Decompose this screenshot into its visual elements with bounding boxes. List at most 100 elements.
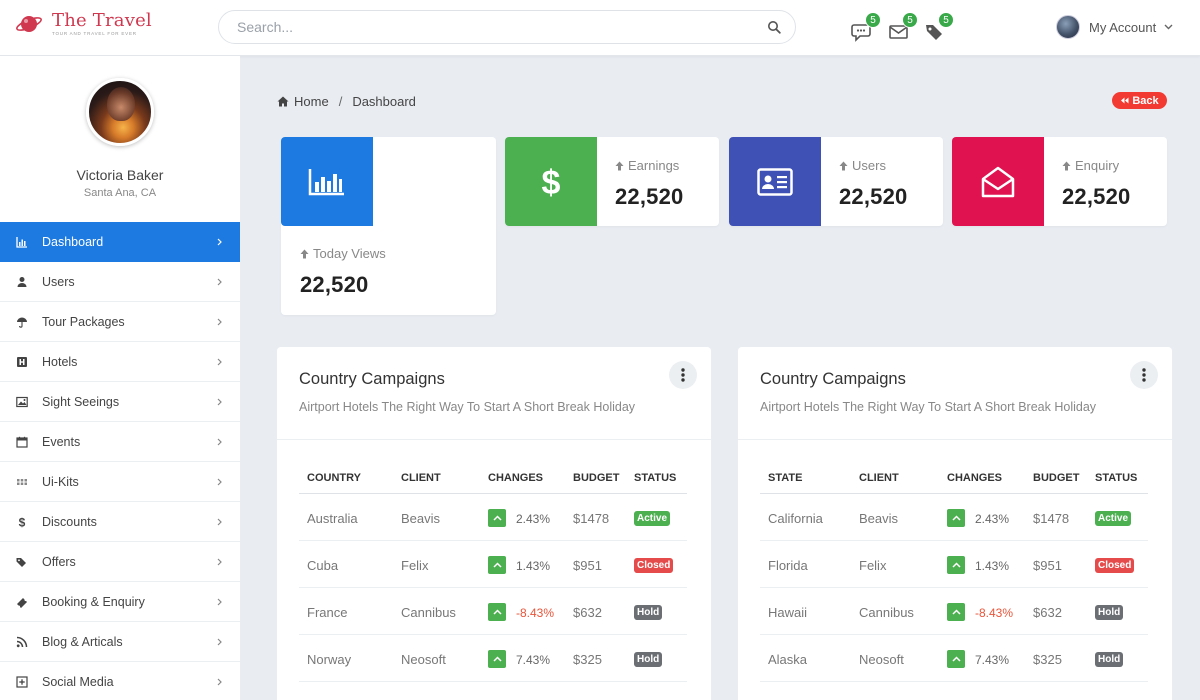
dollar-icon: $ xyxy=(19,516,26,528)
cell-client: Felix xyxy=(401,558,429,573)
cell-budget: $951 xyxy=(573,558,602,573)
stat-card-today-views: Today Views 22,520 xyxy=(281,137,496,315)
table-row[interactable]: Norway Neosoft 7.43% $325 Hold xyxy=(299,635,687,682)
chevron-right-icon xyxy=(217,598,222,606)
card-title: Country Campaigns xyxy=(760,370,906,388)
trend-up-icon xyxy=(947,509,965,527)
cell-budget: $951 xyxy=(1033,558,1062,573)
more-options-button[interactable] xyxy=(669,361,697,389)
cell-budget: $632 xyxy=(573,605,602,620)
trend-up-icon xyxy=(947,556,965,574)
home-icon xyxy=(277,96,289,106)
stat-value: 22,520 xyxy=(1062,184,1131,209)
arrow-up-icon xyxy=(1062,161,1071,170)
table-row[interactable]: Hawaii Cannibus -8.43% $632 Hold xyxy=(760,588,1148,635)
breadcrumb-home-link[interactable]: Home xyxy=(294,94,329,109)
chat-icon[interactable]: 5 xyxy=(851,12,881,42)
stat-label-text: Earnings xyxy=(628,158,680,173)
search-icon[interactable] xyxy=(767,20,781,34)
campaign-card: Country Campaigns Airtport Hotels The Ri… xyxy=(738,347,1172,700)
column-header: STATE xyxy=(768,472,803,484)
chevron-up-icon xyxy=(492,656,502,662)
sidebar-item-discounts[interactable]: $ Discounts xyxy=(0,502,240,542)
stat-label: Earnings xyxy=(615,158,679,173)
chat-badge: 5 xyxy=(865,12,881,28)
table-row[interactable]: Australia Beavis 2.43% $1478 Active xyxy=(299,494,687,541)
bar-chart-icon xyxy=(308,168,344,195)
sidebar-item-sight-seeings[interactable]: Sight Seeings xyxy=(0,382,240,422)
chevron-right-icon xyxy=(217,358,222,366)
id-card-icon xyxy=(757,167,793,196)
stat-label: Today Views xyxy=(300,246,386,261)
trend-up-icon xyxy=(488,650,506,668)
table-header: COUNTRY CLIENT CHANGES BUDGET STATUS xyxy=(299,464,687,494)
sidebar-item-label: Tour Packages xyxy=(42,314,125,329)
search-input[interactable] xyxy=(237,11,737,43)
chevron-up-icon xyxy=(951,562,961,568)
table-row[interactable]: California Beavis 2.43% $1478 Active xyxy=(760,494,1148,541)
sidebar-item-offers[interactable]: Offers xyxy=(0,542,240,582)
chevron-up-icon xyxy=(492,609,502,615)
card-title: Country Campaigns xyxy=(299,370,445,388)
table-row[interactable]: Alaska Neosoft 7.43% $325 Hold xyxy=(760,635,1148,682)
trend-up-icon xyxy=(488,603,506,621)
more-options-button[interactable] xyxy=(1130,361,1158,389)
planet-logo-icon xyxy=(16,16,42,32)
svg-text:$: $ xyxy=(19,516,26,528)
cell-client: Beavis xyxy=(401,511,441,526)
column-header: CHANGES xyxy=(488,472,544,484)
cell-change: -8.43% xyxy=(975,606,1014,620)
stat-icon-block xyxy=(729,137,821,226)
back-button[interactable]: Back xyxy=(1112,92,1167,109)
cell-place: Florida xyxy=(768,558,808,573)
sidebar-item-tour-packages[interactable]: Tour Packages xyxy=(0,302,240,342)
sidebar-item-blog-articals[interactable]: Blog & Articals xyxy=(0,622,240,662)
column-header: COUNTRY xyxy=(307,472,361,484)
cell-place: California xyxy=(768,511,823,526)
sidebar-item-dashboard[interactable]: Dashboard xyxy=(0,222,240,262)
column-header: STATUS xyxy=(634,472,677,484)
stat-label: Enquiry xyxy=(1062,158,1119,173)
mail-icon[interactable]: 5 xyxy=(888,12,918,42)
chevron-right-icon xyxy=(217,558,222,566)
sidebar-item-label: Sight Seeings xyxy=(42,394,120,409)
breadcrumb-current: Dashboard xyxy=(352,93,416,109)
sidebar-item-events[interactable]: Events xyxy=(0,422,240,462)
chevron-up-icon xyxy=(951,515,961,521)
brand-title: The Travel xyxy=(52,10,152,31)
sidebar-nav: Dashboard Users Tour Packages Hotels Sig… xyxy=(0,222,240,700)
sidebar-item-booking-enquiry[interactable]: Booking & Enquiry xyxy=(0,582,240,622)
sidebar-item-label: Events xyxy=(42,434,81,449)
table-row[interactable]: France Cannibus -8.43% $632 Hold xyxy=(299,588,687,635)
bar-chart-icon xyxy=(16,236,27,248)
account-menu[interactable]: My Account xyxy=(1056,15,1173,39)
sidebar-item-social-media[interactable]: Social Media xyxy=(0,662,240,700)
cell-budget: $1478 xyxy=(573,511,610,526)
status-badge: Closed xyxy=(1095,558,1135,573)
table-row[interactable]: Florida Felix 1.43% $951 Closed xyxy=(760,541,1148,588)
cell-budget: $325 xyxy=(573,652,602,667)
cell-place: France xyxy=(307,605,348,620)
trend-up-icon xyxy=(488,509,506,527)
hotel-icon xyxy=(17,356,27,367)
stat-label-text: Users xyxy=(852,158,886,173)
profile-avatar[interactable] xyxy=(86,78,154,146)
plus-square-icon xyxy=(16,675,28,688)
cell-change: 2.43% xyxy=(975,512,1010,526)
tag-icon[interactable]: 5 xyxy=(924,12,954,42)
cell-budget: $632 xyxy=(1033,605,1062,620)
account-avatar xyxy=(1056,15,1080,39)
sidebar-item-ui-kits[interactable]: Ui-Kits xyxy=(0,462,240,502)
search-bar xyxy=(218,10,796,44)
chevron-down-icon xyxy=(1164,24,1173,30)
sidebar-item-users[interactable]: Users xyxy=(0,262,240,302)
stat-label: Users xyxy=(839,158,886,173)
chevron-right-icon xyxy=(217,518,222,526)
stat-icon-block xyxy=(952,137,1044,226)
table-body: Australia Beavis 2.43% $1478 Active Cuba Felix… xyxy=(299,494,687,682)
arrow-up-icon xyxy=(300,249,309,258)
table-row[interactable]: Cuba Felix 1.43% $951 Closed xyxy=(299,541,687,588)
chevron-right-icon xyxy=(217,438,222,446)
sidebar-item-hotels[interactable]: Hotels xyxy=(0,342,240,382)
brand-logo[interactable]: The Travel Tour and travel for ever xyxy=(16,10,152,46)
